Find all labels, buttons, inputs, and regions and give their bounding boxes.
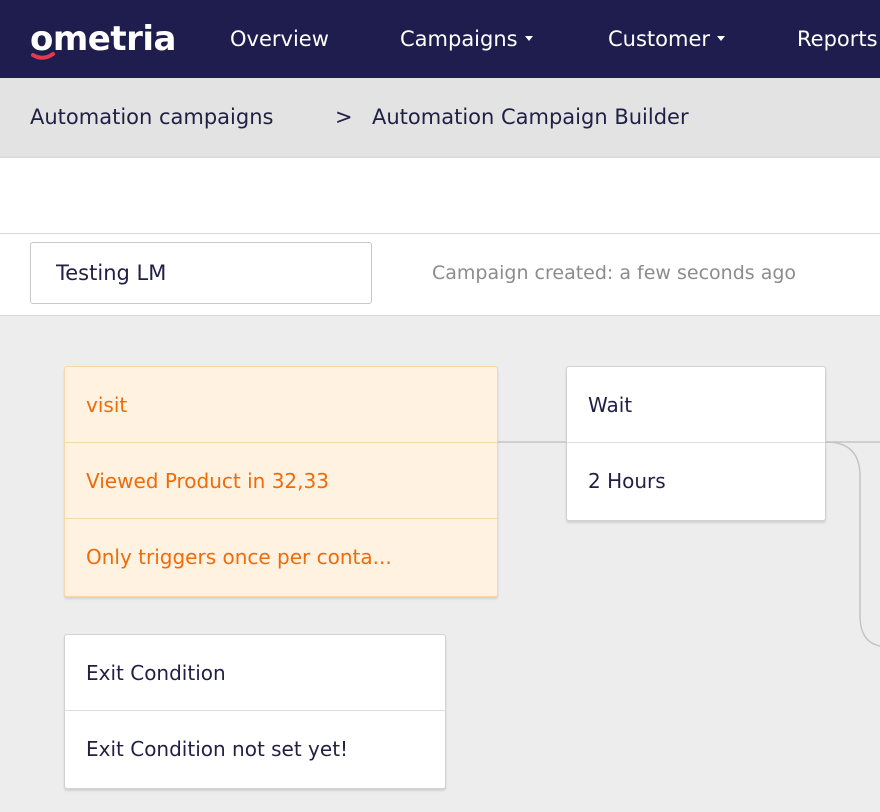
nav-customer[interactable]: Customer bbox=[608, 24, 726, 54]
wait-title: Wait bbox=[567, 367, 825, 443]
nav-overview-label: Overview bbox=[230, 27, 329, 51]
campaign-created-status: Campaign created: a few seconds ago bbox=[432, 262, 797, 284]
logo-swoosh-icon bbox=[31, 52, 55, 60]
nav-reports[interactable]: Reports bbox=[797, 24, 878, 54]
chevron-down-icon bbox=[717, 36, 726, 41]
campaign-name-input[interactable] bbox=[30, 242, 372, 304]
nav-campaigns[interactable]: Campaigns bbox=[400, 24, 533, 54]
top-navbar: ometria Overview Campaigns Customer Repo… bbox=[0, 0, 880, 78]
builder-canvas: visit Viewed Product in 32,33 Only trigg… bbox=[0, 316, 880, 812]
campaign-header: Campaign created: a few seconds ago bbox=[0, 234, 880, 316]
wait-branch-connector bbox=[825, 441, 880, 647]
breadcrumb-current-page: Automation Campaign Builder bbox=[372, 105, 689, 129]
nav-campaigns-label: Campaigns bbox=[400, 27, 518, 51]
breadcrumb-separator: > bbox=[335, 105, 353, 129]
trigger-title: visit bbox=[65, 367, 497, 443]
exit-condition-card[interactable]: Exit Condition Exit Condition not set ye… bbox=[64, 634, 446, 789]
ometria-logo[interactable]: ometria bbox=[30, 19, 176, 64]
breadcrumb: Automation campaigns > Automation Campai… bbox=[0, 78, 880, 158]
breadcrumb-automation-campaigns-link[interactable]: Automation campaigns bbox=[30, 102, 273, 132]
nav-customer-label: Customer bbox=[608, 27, 711, 51]
exit-condition-title: Exit Condition bbox=[65, 635, 445, 711]
trigger-card[interactable]: visit Viewed Product in 32,33 Only trigg… bbox=[64, 366, 498, 597]
nav-overview[interactable]: Overview bbox=[230, 24, 329, 54]
wait-card[interactable]: Wait 2 Hours bbox=[566, 366, 826, 521]
trigger-frequency: Only triggers once per conta... bbox=[86, 545, 392, 569]
toolbar-strip bbox=[0, 158, 880, 234]
trigger-detail: Viewed Product in 32,33 bbox=[65, 443, 497, 519]
wait-duration: 2 Hours bbox=[588, 469, 666, 493]
exit-condition-status: Exit Condition not set yet! bbox=[86, 737, 349, 761]
chevron-down-icon bbox=[524, 36, 533, 41]
nav-reports-label: Reports bbox=[797, 27, 878, 51]
